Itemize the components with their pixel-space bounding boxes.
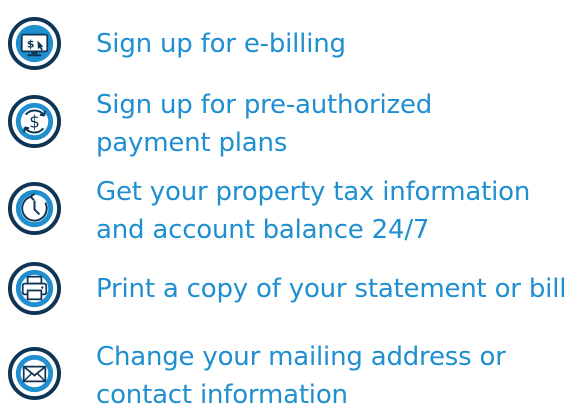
services-list-page: { "colors": { "icon_stroke": "#0e3556", … — [0, 0, 579, 414]
ebill-monitor-icon: $ — [7, 16, 62, 71]
list-item-label: Get your property tax information and ac… — [96, 177, 531, 245]
printer-icon — [7, 261, 62, 316]
list-item-label: Sign up for e-billing — [96, 29, 346, 59]
envelope-icon — [7, 346, 62, 401]
svg-text:$: $ — [29, 112, 40, 131]
svg-text:$: $ — [27, 37, 35, 50]
list-item-label: Sign up for pre-authorized payment plans — [96, 90, 433, 158]
clock-24-7-icon — [7, 181, 62, 236]
list-item-label: Print a copy of your statement or bill — [96, 274, 567, 304]
list-item-label: Change your mailing address or contact i… — [96, 342, 506, 410]
dollar-cycle-icon: $ — [7, 94, 62, 149]
